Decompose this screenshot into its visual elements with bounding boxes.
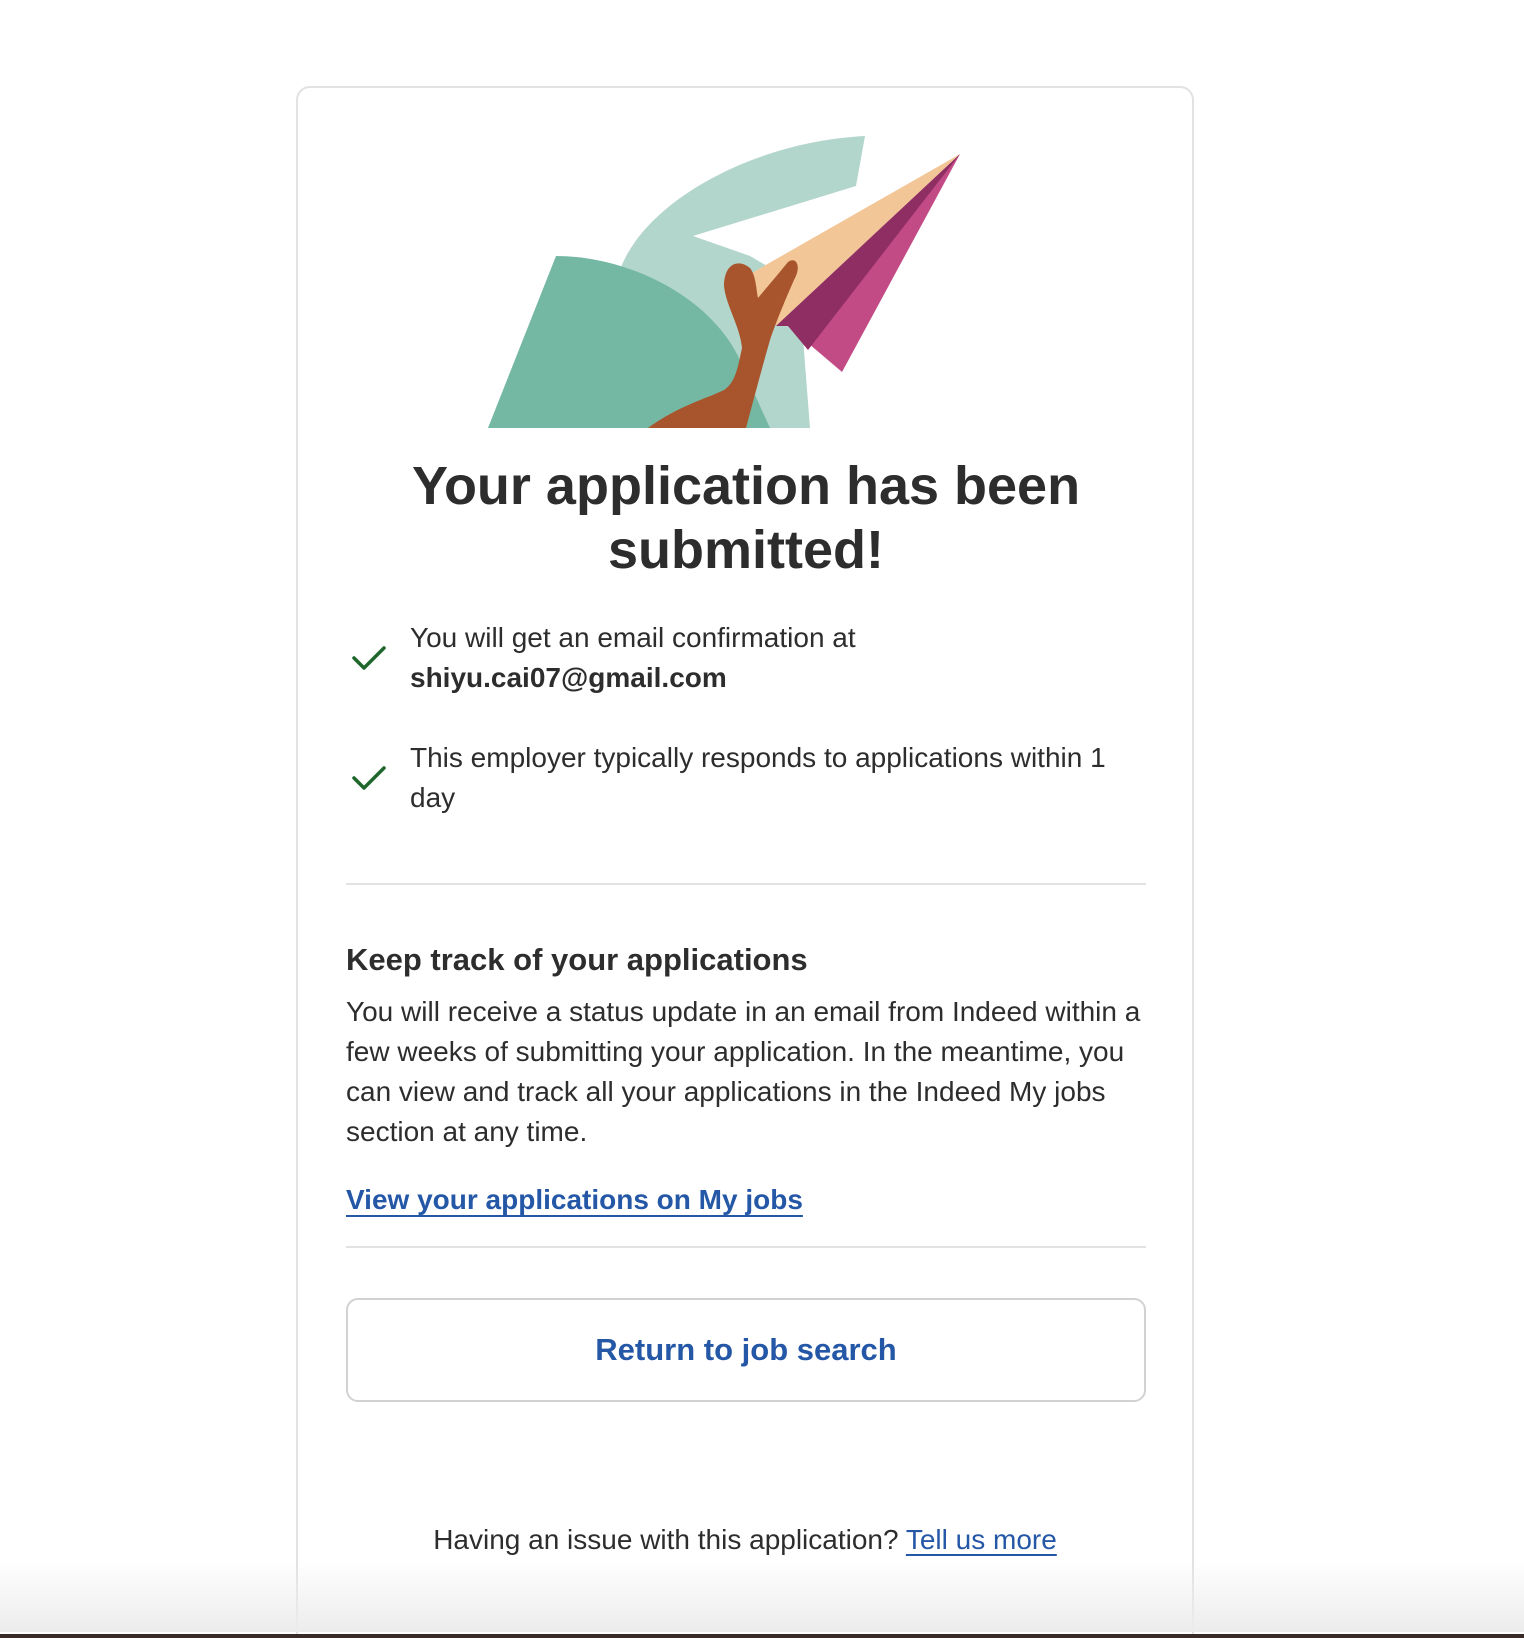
email-address: shiyu.cai07@gmail.com (410, 662, 727, 693)
view-applications-link[interactable]: View your applications on My jobs (346, 1180, 803, 1220)
email-confirmation-text: You will get an email confirmation at (410, 622, 856, 653)
track-heading: Keep track of your applications (346, 942, 808, 977)
paper-plane-hand-illustration (488, 136, 960, 428)
check-icon (352, 766, 386, 790)
check-item-email: You will get an email confirmation at sh… (350, 618, 1150, 698)
divider (346, 883, 1146, 885)
check-item-response-time: This employer typically responds to appl… (350, 738, 1150, 818)
confirmation-card: Your application has been submitted! You… (296, 86, 1194, 1638)
response-time-text: This employer typically responds to appl… (410, 742, 1106, 813)
footer-question: Having an issue with this application? (433, 1524, 899, 1555)
bottom-strip (0, 1634, 1524, 1638)
footer: Having an issue with this application? T… (298, 1520, 1192, 1560)
check-icon (352, 646, 386, 670)
divider (346, 1246, 1146, 1248)
tell-us-more-link[interactable]: Tell us more (906, 1524, 1057, 1555)
return-to-job-search-button[interactable]: Return to job search (346, 1298, 1146, 1402)
track-body: You will receive a status update in an e… (346, 996, 1141, 1147)
check-text: You will get an email confirmation at sh… (410, 618, 856, 698)
page-title: Your application has been submitted! (411, 456, 1081, 580)
page: Your application has been submitted! You… (0, 0, 1524, 1638)
